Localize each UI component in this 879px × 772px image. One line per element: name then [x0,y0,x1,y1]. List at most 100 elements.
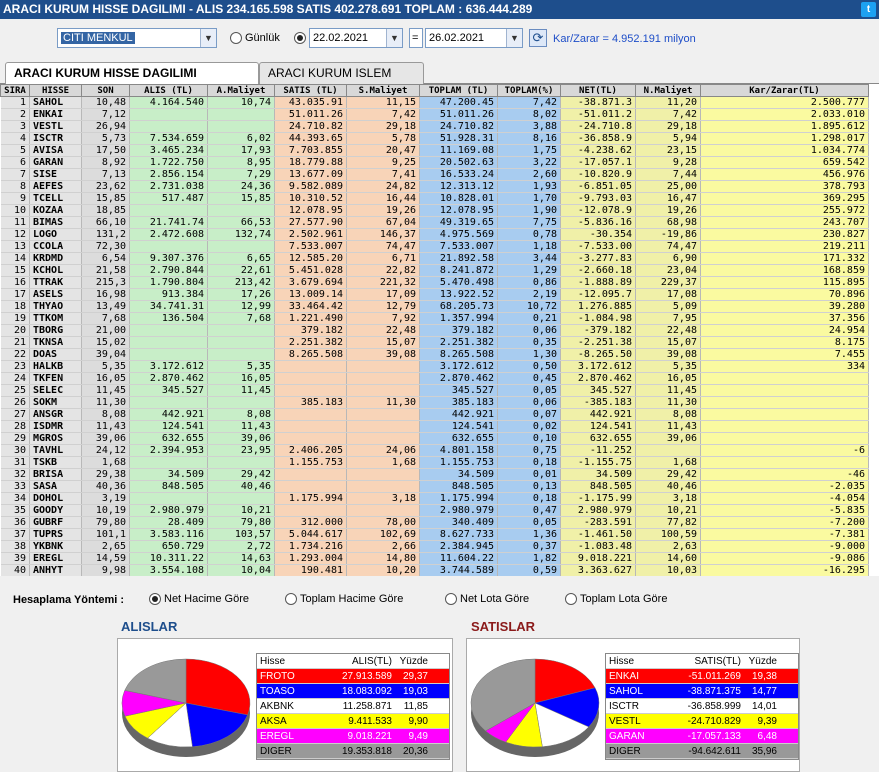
satislar-title: SATISLAR [471,619,536,634]
table-cell: 1,68 [635,456,701,469]
legend-cell: ISCTR [609,701,639,712]
table-cell [274,384,347,397]
table-row[interactable]: 16 TTRAK 215,3 1.790.804 213,42 3.679.694 221,… [0,276,869,289]
table-row[interactable]: 25 SELEC 11,45 345.527 11,45 345.527 0,05 345.5… [0,384,869,397]
table-row[interactable]: 17 ASELS 16,98 913.384 17,26 13.009.14 17,09 13… [0,288,869,301]
radio-net-hacim[interactable]: Net Hacime Göre [149,593,249,605]
table-cell: -1.083.48 [560,540,636,553]
table-cell: 517.487 [129,192,208,205]
column-header[interactable]: S.Maliyet [346,84,420,97]
table-row[interactable]: 3 VESTL 26,94 24.710.82 29,18 24.710.82 3,88 -2… [0,120,869,133]
tab-hisse-dagilimi[interactable]: ARACI KURUM HISSE DAGILIMI [5,62,259,85]
table-row[interactable]: 24 TKFEN 16,05 2.870.462 16,05 2.870.462 0,45 2… [0,372,869,385]
refresh-icon[interactable]: ⟳ [529,29,547,47]
radio-daily-dot[interactable] [230,32,242,44]
table-row[interactable]: 9 TCELL 15,85 517.487 15,85 10.310.52 16,44 10.… [0,192,869,205]
table-cell: 24,06 [346,444,420,457]
table-row[interactable]: 4 ISCTR 5,73 7.534.659 6,02 44.393.65 5,78 51.9… [0,132,869,145]
table-row[interactable]: 22 DOAS 39,04 8.265.508 39,08 8.265.508 1,30 -8… [0,348,869,361]
table-row[interactable]: 33 SASA 40,36 848.505 40,46 848.505 0,13 848.50… [0,480,869,493]
table-cell: 29,18 [635,120,701,133]
table-cell: 12 [0,228,30,241]
date-to-picker[interactable]: 26.02.2021 ▼ [425,28,523,48]
column-header[interactable]: SON [81,84,130,97]
table-row[interactable]: 34 DOHOL 3,19 1.175.994 3,18 1.175.994 0,18 -1.… [0,492,869,505]
table-cell: 9.018.221 [560,552,636,565]
calc-method-label: Hesaplama Yöntemi : [13,594,125,606]
table-row[interactable]: 21 TKNSA 15,02 2.251.382 15,07 2.251.382 0,35-… [0,336,869,349]
table-row[interactable]: 37 TUPRS 101,1 3.583.116 103,57 5.044.617 102,… [0,528,869,541]
table-row[interactable]: 7 SISE 7,13 2.856.154 7,29 13.677.09 7,41 16.53… [0,168,869,181]
table-row[interactable]: 29 MGROS 39,06 632.655 39,06 632.655 0,10 632.6… [0,432,869,445]
table-cell: 0,06 [497,324,561,337]
table-row[interactable]: 23 HALKB 5,35 3.172.612 5,35 3.172.612 0,50 3.1… [0,360,869,373]
table-row[interactable]: 5 AVISA 17,50 3.465.234 17,93 7.703.855 20,47 1… [0,144,869,157]
date-from-picker[interactable]: 22.02.2021 ▼ [309,28,403,48]
table-row[interactable]: 14 KRDMD 6,54 9.307.376 6,65 12.585.20 6,71 21.… [0,252,869,265]
radio-toplam-hacim-dot[interactable] [285,593,297,605]
table-row[interactable]: 38 YKBNK 2,65 650.729 2,72 1.734.216 2,66 2.384… [0,540,869,553]
table-row[interactable]: 11 BIMAS 66,10 21.741.74 66,53 27.577.90 67,04… [0,216,869,229]
table-row[interactable]: 6 GARAN 8,92 1.722.750 8,95 18.779.88 9,25 20.5… [0,156,869,169]
chevron-down-icon[interactable]: ▼ [386,29,402,47]
table-cell: 3,18 [635,492,701,505]
table-row[interactable]: 20 TBORG 21,00 379.182 22,48 379.182 0,06 -379.… [0,324,869,337]
table-row[interactable]: 8 AEFES 23,62 2.731.038 24,36 9.582.089 24,82 1… [0,180,869,193]
table-cell: 8,08 [635,408,701,421]
chevron-down-icon[interactable]: ▼ [506,29,522,47]
table-row[interactable]: 15 KCHOL 21,58 2.790.844 22,61 5.451.028 22,82… [0,264,869,277]
table-row[interactable]: 32 BRISA 29,38 34.509 29,42 34.509 0,01 34.509 2… [0,468,869,481]
table-row[interactable]: 2 ENKAI 7,12 51.011.26 7,42 51.011.26 8,02 -51.… [0,108,869,121]
legend-cell: -24.710.829 [687,716,741,727]
twitter-icon[interactable]: t [861,2,876,17]
table-row[interactable]: 35 GOODY 10,19 2.980.979 10,21 2.980.979 0,47 2… [0,504,869,517]
table-row[interactable]: 30 TAVHL 24,12 2.394.953 23,95 2.406.205 24,06… [0,444,869,457]
table-row[interactable]: 36 GUBRF 79,80 28.409 79,80 312.000 78,00 340.4… [0,516,869,529]
column-header[interactable]: A.Maliyet [207,84,275,97]
table-cell: 115.895 [700,276,869,289]
legend-row: DIGER -94.642.611 35,96 [606,744,798,759]
table-row[interactable]: 31 TSKB 1,68 1.155.753 1,68 1.155.753 0,18 -1.1… [0,456,869,469]
column-header[interactable]: TOPLAM(%) [497,84,561,97]
column-header[interactable]: HISSE [29,84,82,97]
table-cell: -6.851.05 [560,180,636,193]
table-row[interactable]: 1 SAHOL 10,48 4.164.540 10,74 43.035.91 11,15 4… [0,96,869,109]
table-row[interactable]: 39 EREGL 14,59 10.311.22 14,63 1.293.004 14,80… [0,552,869,565]
table-row[interactable]: 27 ANSGR 8,08 442.921 8,08 442.921 0,07 442.921… [0,408,869,421]
radio-toplam-lota-dot[interactable] [565,593,577,605]
distribution-grid[interactable]: SIRA HISSE SON ALIS (TL) A.Maliyet SATIS (TL)… [0,84,879,576]
column-header[interactable]: Kar/Zarar(TL) [700,84,869,97]
table-row[interactable]: 13 CCOLA 72,30 7.533.007 74,47 7.533.007 1,18-… [0,240,869,253]
tab-islem-ozeti[interactable]: ARACI KURUM ISLEM OZETI [259,62,424,100]
column-header[interactable]: SATIS (TL) [274,84,347,97]
table-cell: 14,59 [81,552,130,565]
column-header[interactable]: NET(TL) [560,84,636,97]
radio-net-lota-dot[interactable] [445,593,457,605]
radio-net-lota[interactable]: Net Lota Göre [445,593,529,605]
radio-daily[interactable]: Günlük [230,32,280,44]
table-cell: 16,47 [635,192,701,205]
column-header[interactable]: SIRA [0,84,30,97]
chevron-down-icon[interactable]: ▼ [200,29,216,47]
table-cell: 229,37 [635,276,701,289]
column-header[interactable]: ALIS (TL) [129,84,208,97]
radio-toplam-lota[interactable]: Toplam Lota Göre [565,593,667,605]
radio-range[interactable] [294,32,306,44]
table-row[interactable]: 40 ANHYT 9,98 3.554.108 10,04 190.481 10,20 3.7… [0,564,869,576]
radio-toplam-hacim[interactable]: Toplam Hacime Göre [285,593,403,605]
table-cell: -24.710.8 [560,120,636,133]
radio-range-dot[interactable] [294,32,306,44]
table-row[interactable]: 10 KOZAA 18,85 12.078.95 19,26 12.078.95 1,90-… [0,204,869,217]
table-cell: 21,58 [81,264,130,277]
table-row[interactable]: 26 SOKM 11,30 385.183 11,30 385.183 0,06 -385.1… [0,396,869,409]
table-row[interactable]: 28 ISDMR 11,43 124.541 11,43 124.541 0,02 124.5… [0,420,869,433]
table-cell: 11,43 [81,420,130,433]
radio-net-hacim-dot[interactable] [149,593,161,605]
table-row[interactable]: 12 LOGO 131,2 2.472.608 132,74 2.502.961 146,3… [0,228,869,241]
table-row[interactable]: 19 TTKOM 7,68 136.504 7,68 1.221.490 7,92 1.357… [0,312,869,325]
table-cell: 11,30 [635,396,701,409]
column-header[interactable]: TOPLAM (TL) [419,84,498,97]
broker-select[interactable]: CITI MENKUL ▼ [57,28,217,48]
table-row[interactable]: 18 THYAO 13,49 34.741.31 12,99 33.464.42 12,79… [0,300,869,313]
column-header[interactable]: N.Maliyet [635,84,701,97]
